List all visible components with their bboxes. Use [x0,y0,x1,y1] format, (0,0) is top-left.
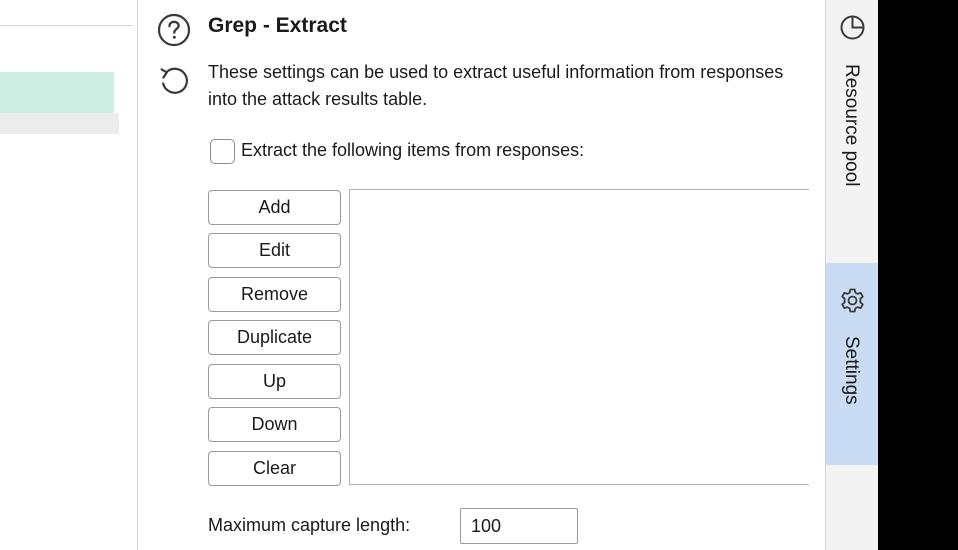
settings-label: Settings [841,336,862,405]
down-button[interactable]: Down [208,407,341,442]
duplicate-button[interactable]: Duplicate [208,320,341,355]
reset-icon[interactable] [157,63,191,97]
list-row[interactable] [0,113,119,134]
tab-settings[interactable]: Settings [826,263,879,465]
remove-button[interactable]: Remove [208,277,341,312]
clear-button[interactable]: Clear [208,451,341,486]
gear-icon [841,288,864,313]
left-pane-divider [0,25,133,26]
section-title: Grep - Extract [208,14,347,37]
tab-resource-pool[interactable]: Resource pool [826,0,879,240]
extract-items-label[interactable]: Extract the following items from respons… [241,140,584,161]
up-button[interactable]: Up [208,364,341,399]
extract-items-checkbox[interactable] [210,139,235,164]
edit-button[interactable]: Edit [208,233,341,268]
window-edge [878,0,958,550]
max-capture-length-label: Maximum capture length: [208,515,411,535]
resource-pool-label: Resource pool [841,64,862,187]
max-capture-length-input[interactable] [460,508,578,544]
extract-items-list[interactable] [349,189,810,485]
pie-chart-icon [840,15,865,40]
add-button[interactable]: Add [208,190,341,225]
rail-gutter [810,0,825,550]
section-description: These settings can be used to extract us… [208,62,784,109]
left-pane [0,0,138,550]
settings-pane: Grep - Extract These settings can be use… [138,0,826,550]
selected-list-row[interactable] [0,72,114,113]
help-circle-icon[interactable] [157,13,191,47]
right-rail: Resource pool Settings [825,0,879,550]
